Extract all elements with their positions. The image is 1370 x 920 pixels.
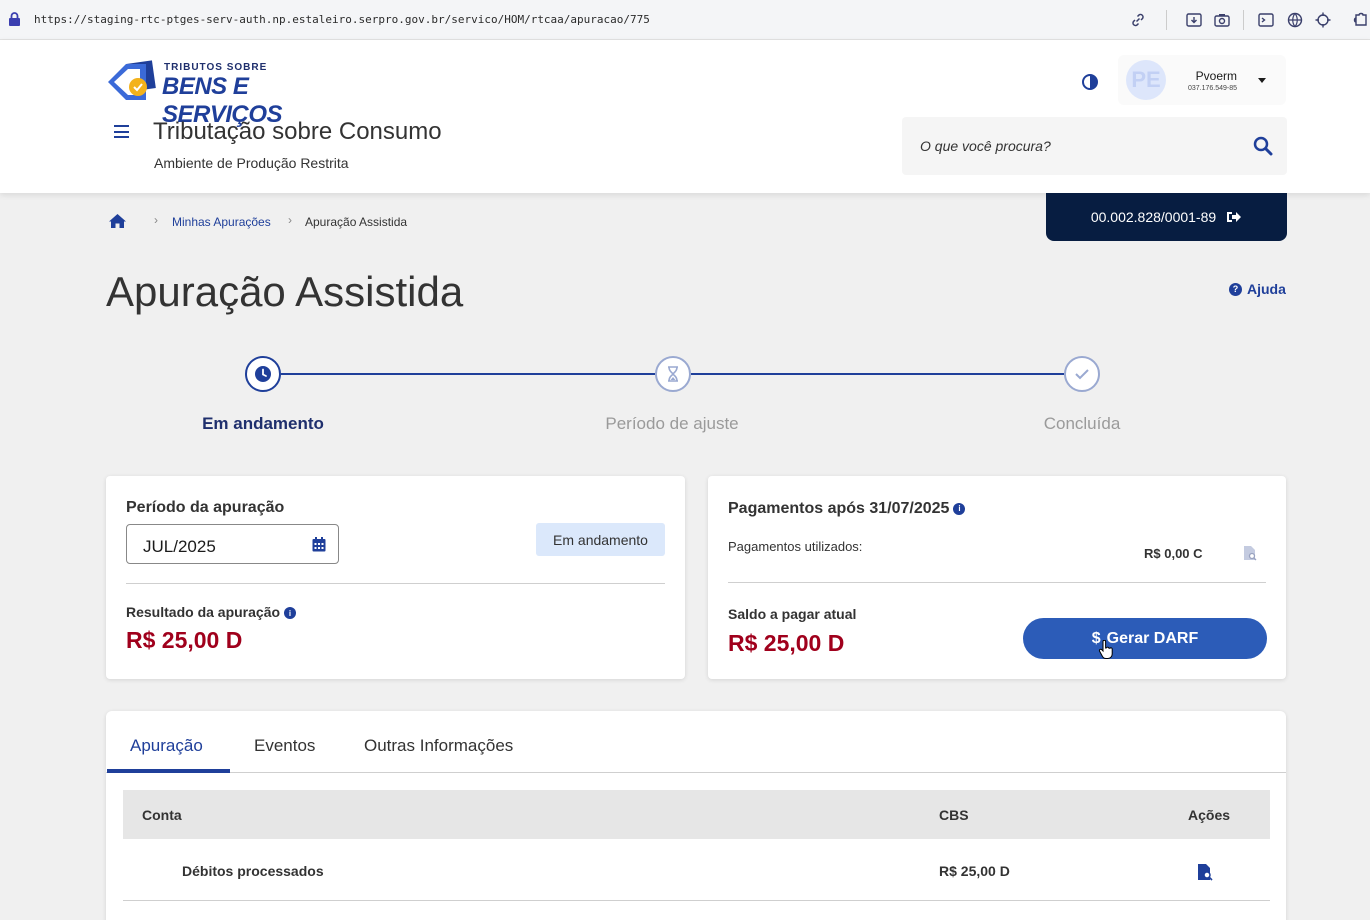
step-adjustment xyxy=(655,356,691,392)
tab-eventos[interactable]: Eventos xyxy=(254,736,315,756)
payments-card: Pagamentos após 31/07/2025 i Pagamentos u… xyxy=(708,476,1286,679)
period-label: Período da apuração xyxy=(126,499,285,516)
document-search-icon[interactable] xyxy=(1197,863,1213,881)
chevron-right-icon: › xyxy=(288,213,292,227)
balance-label: Saldo a pagar atual xyxy=(728,606,857,622)
step-label: Concluída xyxy=(1043,414,1121,433)
tab-outras-informacoes[interactable]: Outras Informações xyxy=(364,736,513,756)
period-card: Período da apuração JUL/2025 Em andament… xyxy=(106,476,685,679)
period-field[interactable]: JUL/2025 xyxy=(126,524,339,564)
breadcrumb-current: Apuração Assistida xyxy=(305,215,408,229)
url-text[interactable]: https://staging-rtc-ptges-serv-auth.np.e… xyxy=(34,13,650,26)
status-badge: Em andamento xyxy=(536,523,665,556)
user-document: 037.176.549-85 xyxy=(1187,85,1237,92)
system-title: Tributação sobre Consumo xyxy=(153,118,442,145)
lock-icon xyxy=(9,12,20,26)
toolbar-divider xyxy=(1243,10,1244,30)
crosshair-icon[interactable] xyxy=(1314,11,1332,29)
question-icon: ? xyxy=(1229,282,1242,296)
step-in-progress xyxy=(245,356,281,392)
table-header: Conta CBS Ações xyxy=(123,790,1270,839)
row-cbs: R$ 25,00 D xyxy=(939,863,1010,879)
payments-used-value: R$ 0,00 C xyxy=(1144,546,1203,561)
search-icon[interactable] xyxy=(1252,135,1274,157)
extension-icon[interactable] xyxy=(1352,11,1370,29)
system-subtitle: Ambiente de Produção Restrita xyxy=(154,155,349,171)
user-name: Pvoerm xyxy=(1195,69,1237,83)
generate-darf-button[interactable]: $ Gerar DARF xyxy=(1023,618,1267,659)
step-completed xyxy=(1064,356,1100,392)
calendar-icon[interactable] xyxy=(312,537,326,552)
column-header: CBS xyxy=(939,807,969,823)
browser-url-bar: https://staging-rtc-ptges-serv-auth.np.e… xyxy=(0,0,1370,40)
site-header: TRIBUTOS SOBRE BENS E SERVIÇOS PE Pvoerm… xyxy=(0,40,1370,193)
capture-icon[interactable] xyxy=(1185,11,1203,29)
column-header: Ações xyxy=(1188,807,1231,823)
chevron-down-icon xyxy=(1258,78,1266,83)
logo-mark-icon xyxy=(108,60,156,100)
company-cnpj: 00.002.828/0001-89 xyxy=(1090,209,1217,225)
payments-used-label: Pagamentos utilizados: xyxy=(728,539,863,554)
hourglass-icon xyxy=(668,366,678,382)
generate-darf-label: Gerar DARF xyxy=(1106,629,1199,647)
result-label-row: Resultado da apuração i xyxy=(126,604,297,620)
camera-icon[interactable] xyxy=(1213,11,1231,29)
search-box xyxy=(902,117,1287,175)
hand-cursor-icon xyxy=(1098,640,1113,659)
document-search-icon[interactable] xyxy=(1243,545,1257,561)
table-row: Débitos processados R$ 25,00 D xyxy=(123,840,1270,901)
logo[interactable]: TRIBUTOS SOBRE BENS E SERVIÇOS xyxy=(106,60,366,128)
active-tab-indicator xyxy=(107,769,230,773)
tab-bar: Apuração Eventos Outras Informações xyxy=(106,711,1286,773)
info-icon[interactable]: i xyxy=(953,502,966,515)
link-icon[interactable] xyxy=(1129,11,1147,29)
toolbar-divider xyxy=(1166,10,1167,30)
terminal-icon[interactable] xyxy=(1257,11,1275,29)
sign-out-icon xyxy=(1227,212,1242,222)
breadcrumb-link[interactable]: Minhas Apurações xyxy=(172,215,271,229)
step-label: Período de ajuste xyxy=(605,414,739,433)
balance-value: R$ 25,00 D xyxy=(728,630,845,656)
row-conta: Débitos processados xyxy=(182,863,324,879)
help-label: Ajuda xyxy=(1247,281,1286,297)
globe-icon[interactable] xyxy=(1286,11,1304,29)
chevron-right-icon: › xyxy=(154,213,158,227)
check-icon xyxy=(1075,369,1089,380)
payments-title: Pagamentos após 31/07/2025 xyxy=(728,500,950,517)
user-menu[interactable]: PE Pvoerm 037.176.549-85 xyxy=(1118,55,1286,105)
home-icon[interactable] xyxy=(108,213,127,229)
tab-apuracao[interactable]: Apuração xyxy=(130,736,203,756)
company-selector[interactable]: 00.002.828/0001-89 xyxy=(1046,193,1287,241)
logo-small-text: TRIBUTOS SOBRE xyxy=(164,62,268,73)
result-label: Resultado da apuração xyxy=(126,604,281,620)
clock-icon xyxy=(255,366,271,382)
details-panel: Apuração Eventos Outras Informações Cont… xyxy=(106,711,1286,920)
info-icon[interactable]: i xyxy=(284,607,297,620)
hamburger-menu-icon[interactable] xyxy=(114,125,129,138)
stepper-connector xyxy=(281,373,655,375)
search-input[interactable] xyxy=(902,117,1242,175)
avatar: PE xyxy=(1126,60,1166,100)
divider xyxy=(126,583,665,584)
result-value: R$ 25,00 D xyxy=(126,627,243,653)
step-label: Em andamento xyxy=(202,414,324,433)
help-link[interactable]: ? Ajuda xyxy=(1229,281,1286,297)
stepper-connector xyxy=(691,373,1064,375)
column-header: Conta xyxy=(142,807,182,823)
period-value: JUL/2025 xyxy=(143,537,216,556)
page-title: Apuração Assistida xyxy=(106,268,464,315)
contrast-icon[interactable] xyxy=(1081,73,1099,91)
divider xyxy=(728,582,1266,583)
payments-title-row: Pagamentos após 31/07/2025 i xyxy=(728,500,966,518)
